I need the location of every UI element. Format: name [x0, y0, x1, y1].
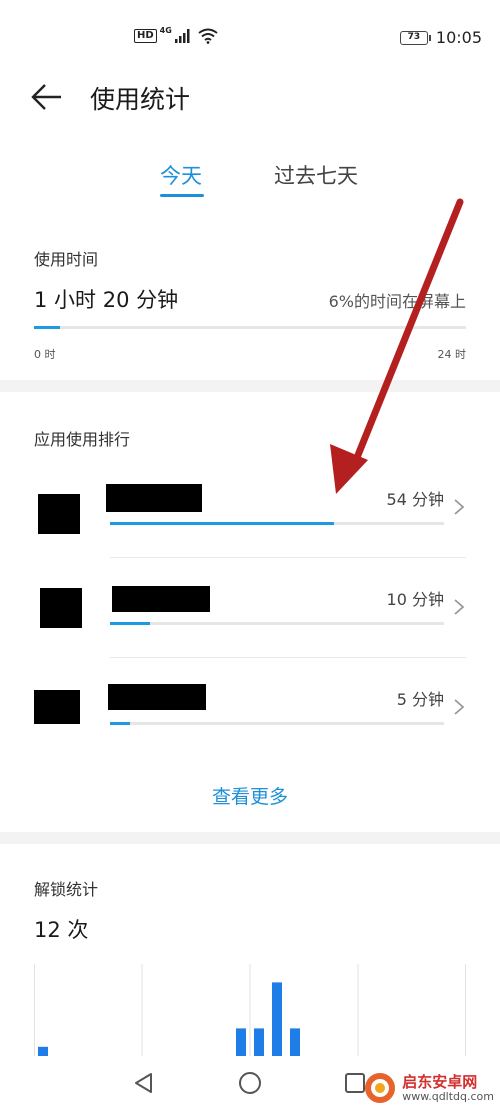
row-divider [110, 657, 466, 658]
watermark-logo-icon [365, 1073, 396, 1103]
watermark: 启东安卓网 www.qdltdq.com [364, 1072, 494, 1104]
app-icon [34, 690, 80, 724]
section-divider [0, 832, 500, 844]
tab-today[interactable]: 今天 [160, 160, 202, 190]
unlock-count: 12 次 [34, 918, 89, 942]
app-name-redacted [108, 684, 206, 710]
unlock-stats-label: 解锁统计 [34, 880, 99, 899]
tab-active-indicator [160, 194, 204, 197]
chart-bar [290, 1028, 300, 1056]
app-icon [38, 494, 80, 534]
section-divider [0, 380, 500, 392]
screen-time-percent: 6%的时间在屏幕上 [328, 292, 466, 311]
usage-time-value: 1 小时 20 分钟 [34, 288, 179, 312]
wifi-icon [198, 28, 218, 44]
app-name-redacted [112, 586, 210, 612]
app-usage-track [110, 722, 444, 725]
square-recents-icon[interactable] [344, 1071, 366, 1095]
status-right: 73 10:05 [399, 28, 482, 47]
usage-progress-fill [34, 326, 60, 329]
app-ranking-label: 应用使用排行 [34, 430, 131, 449]
app-icon [40, 588, 82, 628]
signal-icon [174, 29, 190, 43]
page-title: 使用统计 [90, 85, 191, 114]
chevron-right-icon [454, 599, 465, 615]
battery-icon: 73 [399, 30, 431, 45]
app-row-1[interactable]: 54 分钟 [0, 462, 500, 562]
chevron-right-icon [454, 499, 465, 515]
app-usage-fill [110, 622, 151, 625]
hd-badge: HD [134, 29, 157, 43]
unlock-chart [34, 964, 466, 1056]
app-usage-track [110, 522, 444, 525]
app-name-redacted [106, 484, 202, 512]
chart-bar [38, 1046, 48, 1056]
chevron-right-icon [454, 699, 465, 715]
usage-time-label: 使用时间 [34, 250, 99, 269]
app-usage-fill [110, 522, 334, 525]
app-duration: 54 分钟 [386, 490, 444, 509]
triangle-back-icon[interactable] [132, 1071, 154, 1095]
app-duration: 10 分钟 [386, 590, 444, 609]
network-type: 4G [159, 25, 172, 35]
app-row-3[interactable]: 5 分钟 [0, 662, 500, 762]
usage-progress-track [34, 326, 466, 329]
tab-bar: 今天 过去七天 [0, 160, 500, 200]
back-button[interactable] [30, 80, 70, 112]
watermark-name: 启东安卓网 [402, 1072, 478, 1091]
arrow-left-icon [31, 84, 61, 110]
status-bar: HD 4G 73 10:05 [0, 0, 500, 76]
chart-bar [236, 1028, 246, 1056]
chart-bar [272, 982, 282, 1056]
status-left: HD 4G [134, 25, 218, 44]
app-row-2[interactable]: 10 分钟 [0, 562, 500, 662]
chart-bar [254, 1028, 264, 1056]
row-divider [110, 557, 466, 558]
app-usage-track [110, 622, 444, 625]
axis-end-label: 24 时 [437, 348, 467, 361]
app-usage-fill [110, 722, 131, 725]
see-more-link[interactable]: 查看更多 [0, 782, 500, 809]
status-time: 10:05 [435, 28, 482, 47]
tab-past-seven-days[interactable]: 过去七天 [274, 160, 358, 190]
app-duration: 5 分钟 [396, 690, 444, 709]
watermark-url: www.qdltdq.com [402, 1089, 494, 1103]
axis-start-label: 0 时 [34, 348, 56, 361]
circle-home-icon[interactable] [238, 1071, 262, 1095]
header: 使用统计 [0, 76, 500, 116]
